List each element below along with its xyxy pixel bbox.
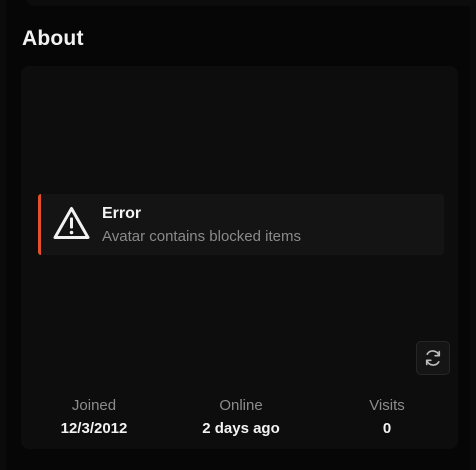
previous-card-bottom (27, 0, 476, 6)
right-border (470, 0, 476, 470)
profile-panel: About Error Avatar contains blocked item… (0, 0, 476, 470)
error-message: Avatar contains blocked items (102, 228, 301, 245)
left-border (0, 0, 6, 470)
about-heading: About (22, 27, 84, 50)
stat-visits: Visits 0 (322, 396, 452, 437)
error-accent-bar (38, 194, 41, 255)
stat-online-label: Online (219, 397, 263, 414)
error-banner: Error Avatar contains blocked items (38, 194, 444, 255)
stat-visits-label: Visits (369, 397, 405, 414)
stat-visits-value: 0 (382, 420, 392, 437)
stat-online-value: 2 days ago (202, 420, 280, 437)
stat-joined-value: 12/3/2012 (60, 420, 128, 437)
warning-icon (53, 207, 90, 239)
about-card: Error Avatar contains blocked items Join… (21, 66, 458, 449)
refresh-icon (425, 350, 441, 366)
error-title: Error (102, 205, 142, 222)
stat-joined-label: Joined (71, 397, 117, 414)
stat-online: Online 2 days ago (176, 396, 306, 437)
refresh-button[interactable] (416, 341, 450, 375)
stat-joined: Joined 12/3/2012 (29, 396, 159, 437)
